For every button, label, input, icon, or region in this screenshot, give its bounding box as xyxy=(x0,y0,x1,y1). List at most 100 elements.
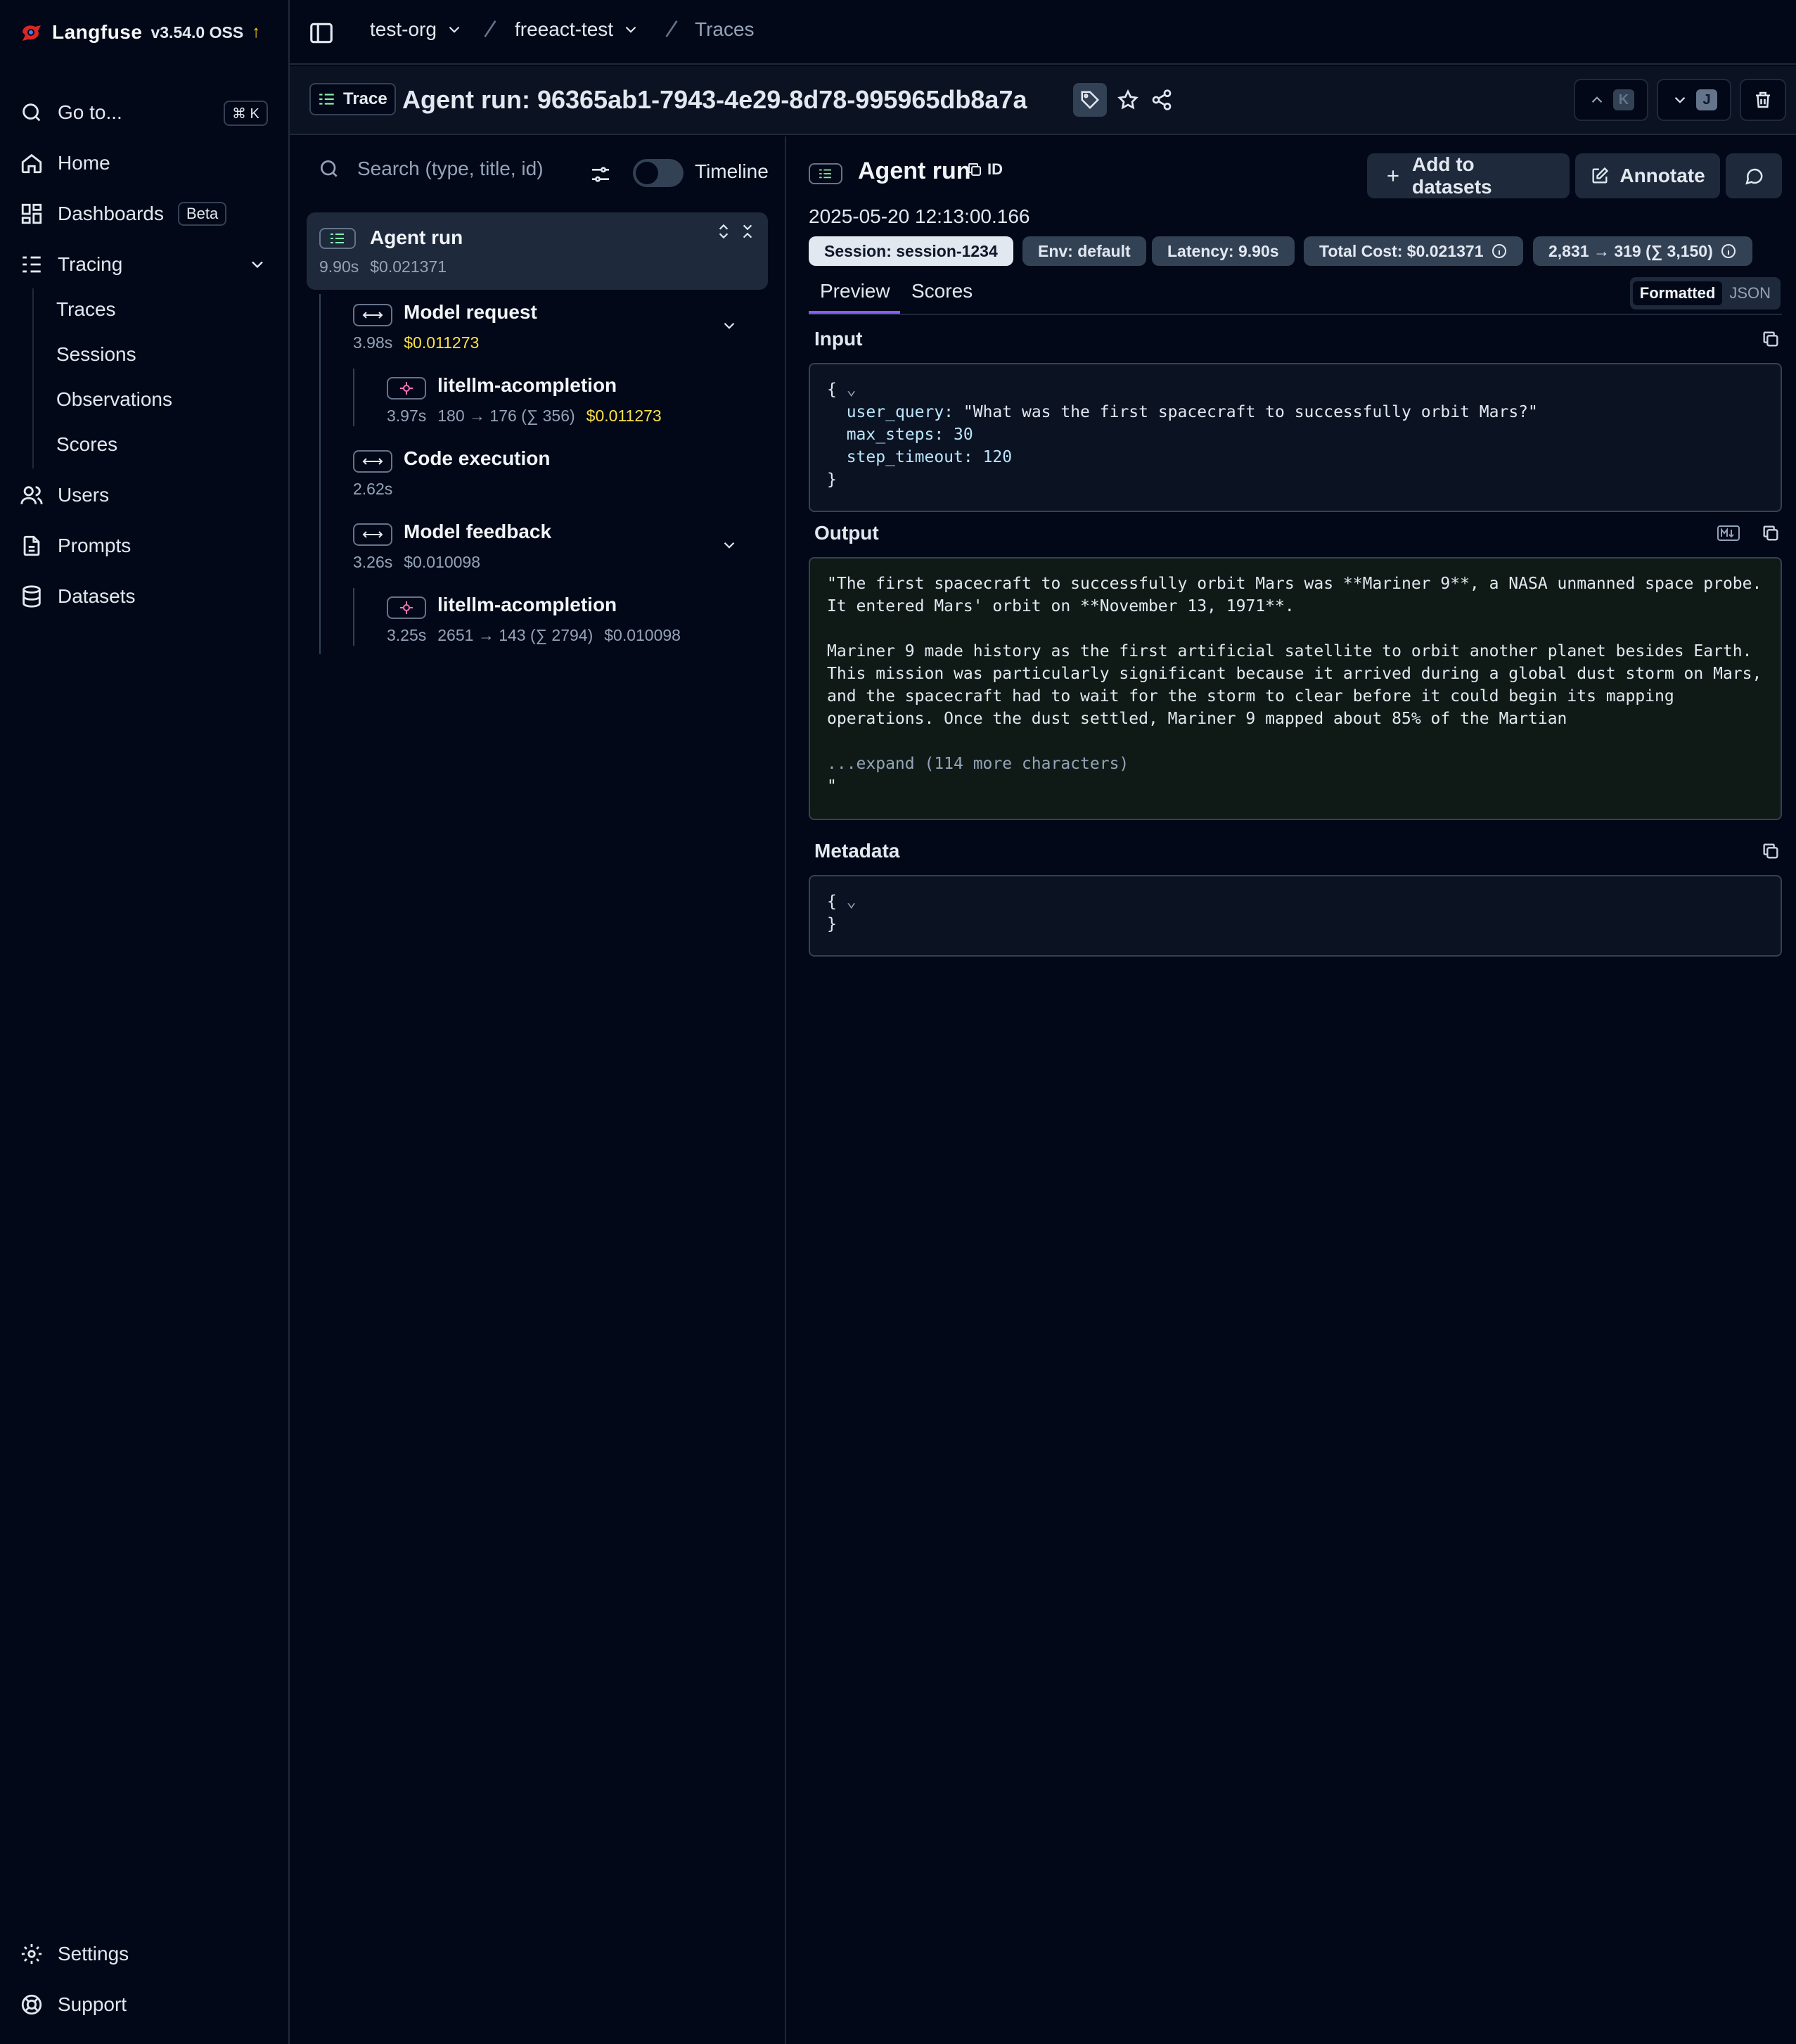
sidebar-item-observations[interactable]: Observations xyxy=(56,384,172,415)
trace-tree-panel: Search (type, title, id) Timeline Agent … xyxy=(290,136,786,2044)
session-badge[interactable]: Session: session-1234 xyxy=(809,236,1013,266)
view-mode-json[interactable]: JSON xyxy=(1722,281,1778,305)
tree-guide-line xyxy=(319,294,321,654)
total-cost-label: Total Cost: $0.021371 xyxy=(1319,241,1484,260)
copy-input-button[interactable] xyxy=(1761,329,1781,349)
tree-node-meta: 3.97s 180 → 176 (∑ 356) $0.011273 xyxy=(387,407,662,426)
node-latency: 9.90s xyxy=(319,257,359,276)
json-key: max_steps: xyxy=(846,426,944,444)
breadcrumb-org[interactable]: test-org xyxy=(370,18,463,41)
sidebar-item-datasets[interactable]: Datasets xyxy=(20,578,136,615)
star-button[interactable] xyxy=(1114,86,1142,114)
add-to-datasets-button[interactable]: Add to datasets xyxy=(1367,153,1570,198)
trash-icon xyxy=(1752,89,1773,110)
json-line: { ⌄ xyxy=(827,890,1764,913)
node-collapse-button[interactable] xyxy=(719,535,740,556)
sidebar-item-tracing[interactable]: Tracing xyxy=(20,246,267,283)
input-section-label: Input xyxy=(814,328,863,350)
input-json-viewer: { ⌄ user_query: "What was the first spac… xyxy=(809,363,1782,512)
copy-id-button[interactable]: ID xyxy=(966,160,1003,179)
markdown-toggle-button[interactable] xyxy=(1717,525,1740,542)
json-line: max_steps: 30 xyxy=(827,423,1764,446)
view-mode-formatted[interactable]: Formatted xyxy=(1632,281,1723,305)
tree-search[interactable]: Search (type, title, id) xyxy=(318,158,544,180)
node-tokens: 2651 → 143 (∑ 2794) xyxy=(437,626,594,644)
sidebar-item-label: Support xyxy=(58,1993,127,2015)
sidebar-item-prompts[interactable]: Prompts xyxy=(20,528,131,564)
sidebar-item-label: Home xyxy=(58,152,110,174)
metadata-section-label: Metadata xyxy=(814,840,900,862)
previous-trace-button[interactable]: K xyxy=(1574,79,1648,121)
sidebar-toggle-button[interactable] xyxy=(307,18,336,48)
copy-metadata-button[interactable] xyxy=(1761,841,1781,861)
node-collapse-button[interactable] xyxy=(719,315,740,336)
tab-preview[interactable]: Preview xyxy=(820,280,890,302)
sidebar-item-support[interactable]: Support xyxy=(20,1986,127,2023)
expand-all-button[interactable] xyxy=(713,221,734,242)
tags-button[interactable] xyxy=(1073,83,1107,117)
update-available-icon[interactable]: ↑ xyxy=(252,23,260,42)
goto-label: Go to... xyxy=(58,101,122,123)
comment-button[interactable] xyxy=(1726,153,1782,198)
expand-output-link[interactable]: ...expand (114 more characters) xyxy=(827,753,1764,775)
sidebar-item-sessions[interactable]: Sessions xyxy=(56,339,136,370)
sidebar-item-traces[interactable]: Traces xyxy=(56,294,116,325)
info-icon[interactable] xyxy=(1720,243,1737,260)
sidebar-item-label: Dashboards xyxy=(58,203,164,224)
tree-node-selected[interactable] xyxy=(307,212,768,290)
top-bar: test-org freeact-test Traces xyxy=(290,0,1796,65)
delete-trace-button[interactable] xyxy=(1740,79,1786,121)
node-cost: $0.011273 xyxy=(586,407,662,425)
tracing-icon xyxy=(318,91,336,107)
json-key: step_timeout: xyxy=(846,448,973,466)
sidebar-item-scores[interactable]: Scores xyxy=(56,429,117,460)
tree-node-title[interactable]: Code execution xyxy=(404,447,550,470)
tree-node-title[interactable]: litellm-acompletion xyxy=(437,374,617,397)
search-input[interactable]: Search (type, title, id) xyxy=(357,158,544,180)
goto-search[interactable]: Go to... xyxy=(20,94,122,131)
node-latency: 3.25s xyxy=(387,626,427,644)
span-type-icon xyxy=(353,450,392,473)
goto-shortcut: ⌘ K xyxy=(224,101,268,126)
tree-node-title: Agent run xyxy=(370,226,463,248)
json-collapse-icon[interactable]: ⌄ xyxy=(837,381,857,399)
tracing-icon xyxy=(20,253,44,276)
chevron-down-icon xyxy=(445,20,463,39)
breadcrumb-project[interactable]: freeact-test xyxy=(515,18,640,41)
sidebar-item-settings[interactable]: Settings xyxy=(20,1936,129,1972)
tab-scores[interactable]: Scores xyxy=(911,280,973,302)
output-line: "The first spacecraft to successfully or… xyxy=(827,575,1762,593)
brand[interactable]: Langfuse v3.54.0 OSS ↑ xyxy=(20,18,260,46)
output-line: operations. Once the dust settled, Marin… xyxy=(827,710,1567,728)
tree-guide-line xyxy=(353,369,354,426)
tree-node-meta: 9.90s $0.021371 xyxy=(319,257,447,276)
latency-badge: Latency: 9.90s xyxy=(1152,236,1295,266)
sidebar-item-dashboards[interactable]: Dashboards Beta xyxy=(20,196,227,232)
output-line: This mission was particularly significan… xyxy=(827,665,1762,683)
span-type-icon xyxy=(353,523,392,546)
sidebar-item-home[interactable]: Home xyxy=(20,145,110,181)
tree-node-title[interactable]: Model feedback xyxy=(404,520,551,543)
breadcrumb-page[interactable]: Traces xyxy=(695,18,755,41)
json-line: step_timeout: 120 xyxy=(827,446,1764,468)
generation-type-icon xyxy=(387,596,426,619)
next-trace-button[interactable]: J xyxy=(1657,79,1731,121)
collapse-all-button[interactable] xyxy=(737,221,758,242)
json-collapse-icon[interactable]: ⌄ xyxy=(837,893,857,911)
filter-settings-button[interactable] xyxy=(586,160,615,189)
chevron-up-icon xyxy=(1588,91,1606,109)
annotate-button[interactable]: Annotate xyxy=(1575,153,1720,198)
timeline-toggle[interactable] xyxy=(633,159,684,187)
tree-node-title[interactable]: Model request xyxy=(404,301,537,324)
share-button[interactable] xyxy=(1148,86,1176,114)
copy-output-button[interactable] xyxy=(1761,523,1781,543)
sidebar-item-users[interactable]: Users xyxy=(20,477,109,513)
tree-node-meta: 3.26s $0.010098 xyxy=(353,553,480,572)
search-icon xyxy=(20,101,44,124)
tree-node-title[interactable]: litellm-acompletion xyxy=(437,594,617,616)
sidebar-item-label: Prompts xyxy=(58,535,132,556)
sidebar-item-label: Datasets xyxy=(58,585,136,607)
json-brace: } xyxy=(827,915,837,933)
info-icon[interactable] xyxy=(1491,243,1508,260)
